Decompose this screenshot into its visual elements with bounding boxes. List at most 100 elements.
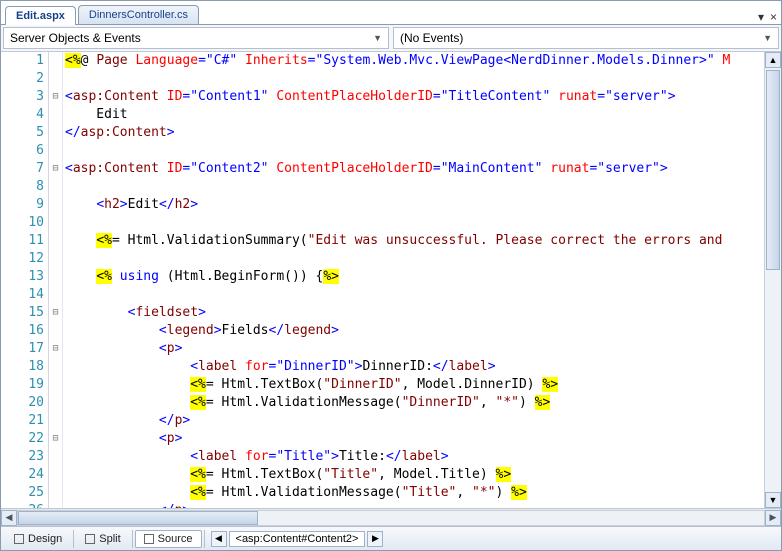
code-line[interactable]: <%= Html.ValidationMessage("DinnerID", "…	[65, 394, 781, 412]
scroll-up-button[interactable]: ▲	[765, 52, 781, 68]
fold-marker	[49, 394, 62, 412]
line-number: 12	[1, 250, 44, 268]
line-number: 16	[1, 322, 44, 340]
code-line[interactable]	[65, 214, 781, 232]
code-area[interactable]: <%@ Page Language="C#" Inherits="System.…	[63, 52, 781, 508]
scroll-thumb[interactable]	[766, 70, 780, 270]
fold-column[interactable]: ⊟ ⊟ ⊟ ⊟ ⊟	[49, 52, 63, 508]
code-line[interactable]: <%= Html.TextBox("Title", Model.Title) %…	[65, 466, 781, 484]
line-number: 8	[1, 178, 44, 196]
dropdown-label: Server Objects & Events	[10, 31, 141, 45]
events-dropdown[interactable]: (No Events) ▼	[393, 27, 779, 49]
code-line[interactable]: <%@ Page Language="C#" Inherits="System.…	[65, 52, 781, 70]
fold-marker	[49, 322, 62, 340]
source-view-button[interactable]: Source	[135, 530, 202, 548]
split-view-button[interactable]: Split	[76, 530, 129, 548]
line-number: 19	[1, 376, 44, 394]
fold-marker	[49, 376, 62, 394]
line-number: 23	[1, 448, 44, 466]
code-line[interactable]: Edit	[65, 106, 781, 124]
fold-marker	[49, 358, 62, 376]
code-line[interactable]: <label for="Title">Title:</label>	[65, 448, 781, 466]
view-label: Source	[158, 533, 193, 545]
code-line[interactable]: <p>	[65, 430, 781, 448]
scroll-thumb[interactable]	[18, 511, 258, 525]
breadcrumb-nav: ◀ <asp:Content#Content2> ▶	[211, 531, 384, 547]
scroll-down-button[interactable]: ▼	[765, 492, 781, 508]
document-tabbar: Edit.aspx DinnersController.cs ▾ ×	[1, 1, 781, 25]
design-view-button[interactable]: Design	[5, 530, 71, 548]
fold-marker	[49, 196, 62, 214]
code-line[interactable]: <asp:Content ID="Content2" ContentPlaceH…	[65, 160, 781, 178]
code-line[interactable]: <p>	[65, 340, 781, 358]
line-number: 11	[1, 232, 44, 250]
code-line[interactable]: <label for="DinnerID">DinnerID:</label>	[65, 358, 781, 376]
separator	[73, 530, 74, 548]
line-number: 13	[1, 268, 44, 286]
fold-marker	[49, 466, 62, 484]
tab-label: DinnersController.cs	[89, 9, 188, 21]
code-line[interactable]: <%= Html.ValidationSummary("Edit was uns…	[65, 232, 781, 250]
chevron-down-icon: ▼	[373, 33, 382, 43]
fold-marker	[49, 70, 62, 88]
vertical-scrollbar[interactable]: ▲ ▼	[764, 52, 781, 508]
server-objects-dropdown[interactable]: Server Objects & Events ▼	[3, 27, 389, 49]
fold-marker	[49, 52, 62, 70]
scroll-left-button[interactable]: ◀	[1, 510, 17, 526]
line-number: 10	[1, 214, 44, 232]
tab-edit-aspx[interactable]: Edit.aspx	[5, 6, 76, 25]
fold-marker	[49, 178, 62, 196]
code-line[interactable]: </asp:Content>	[65, 124, 781, 142]
code-line[interactable]: <legend>Fields</legend>	[65, 322, 781, 340]
tab-dinners-controller[interactable]: DinnersController.cs	[78, 5, 199, 24]
fold-marker[interactable]: ⊟	[49, 160, 62, 178]
fold-marker[interactable]: ⊟	[49, 340, 62, 358]
window-dropdown-icon[interactable]: ▾	[758, 10, 764, 24]
fold-marker	[49, 106, 62, 124]
code-line[interactable]	[65, 250, 781, 268]
code-editor[interactable]: 1234567891011121314151617181920212223242…	[1, 52, 781, 508]
line-number: 25	[1, 484, 44, 502]
code-line[interactable]	[65, 286, 781, 304]
code-line[interactable]: <asp:Content ID="Content1" ContentPlaceH…	[65, 88, 781, 106]
code-line[interactable]: <% using (Html.BeginForm()) {%>	[65, 268, 781, 286]
code-line[interactable]: <%= Html.TextBox("DinnerID", Model.Dinne…	[65, 376, 781, 394]
fold-marker	[49, 286, 62, 304]
dropdown-label: (No Events)	[400, 31, 463, 45]
line-number: 4	[1, 106, 44, 124]
fold-marker	[49, 124, 62, 142]
view-label: Split	[99, 533, 120, 545]
line-number: 18	[1, 358, 44, 376]
fold-marker[interactable]: ⊟	[49, 304, 62, 322]
code-line[interactable]: <h2>Edit</h2>	[65, 196, 781, 214]
line-number: 17	[1, 340, 44, 358]
scroll-track[interactable]	[17, 510, 765, 526]
line-number: 15	[1, 304, 44, 322]
line-number: 20	[1, 394, 44, 412]
fold-marker[interactable]: ⊟	[49, 88, 62, 106]
code-line[interactable]: <fieldset>	[65, 304, 781, 322]
breadcrumb-prev-button[interactable]: ◀	[211, 531, 227, 547]
line-number: 3	[1, 88, 44, 106]
code-line[interactable]	[65, 70, 781, 88]
code-line[interactable]: <%= Html.ValidationMessage("Title", "*")…	[65, 484, 781, 502]
code-line[interactable]: </p>	[65, 412, 781, 430]
breadcrumb-path[interactable]: <asp:Content#Content2>	[229, 531, 366, 547]
line-number: 22	[1, 430, 44, 448]
status-bar: Design Split Source ◀ <asp:Content#Conte…	[1, 526, 781, 550]
fold-marker	[49, 142, 62, 160]
line-number: 2	[1, 70, 44, 88]
close-icon[interactable]: ×	[770, 10, 777, 24]
breadcrumb-next-button[interactable]: ▶	[367, 531, 383, 547]
split-icon	[85, 534, 95, 544]
fold-marker	[49, 484, 62, 502]
code-line[interactable]	[65, 142, 781, 160]
fold-marker	[49, 250, 62, 268]
horizontal-scrollbar[interactable]: ◀ ▶	[1, 508, 781, 526]
fold-marker	[49, 448, 62, 466]
fold-marker	[49, 268, 62, 286]
scroll-right-button[interactable]: ▶	[765, 510, 781, 526]
fold-marker[interactable]: ⊟	[49, 430, 62, 448]
line-number: 21	[1, 412, 44, 430]
code-line[interactable]	[65, 178, 781, 196]
